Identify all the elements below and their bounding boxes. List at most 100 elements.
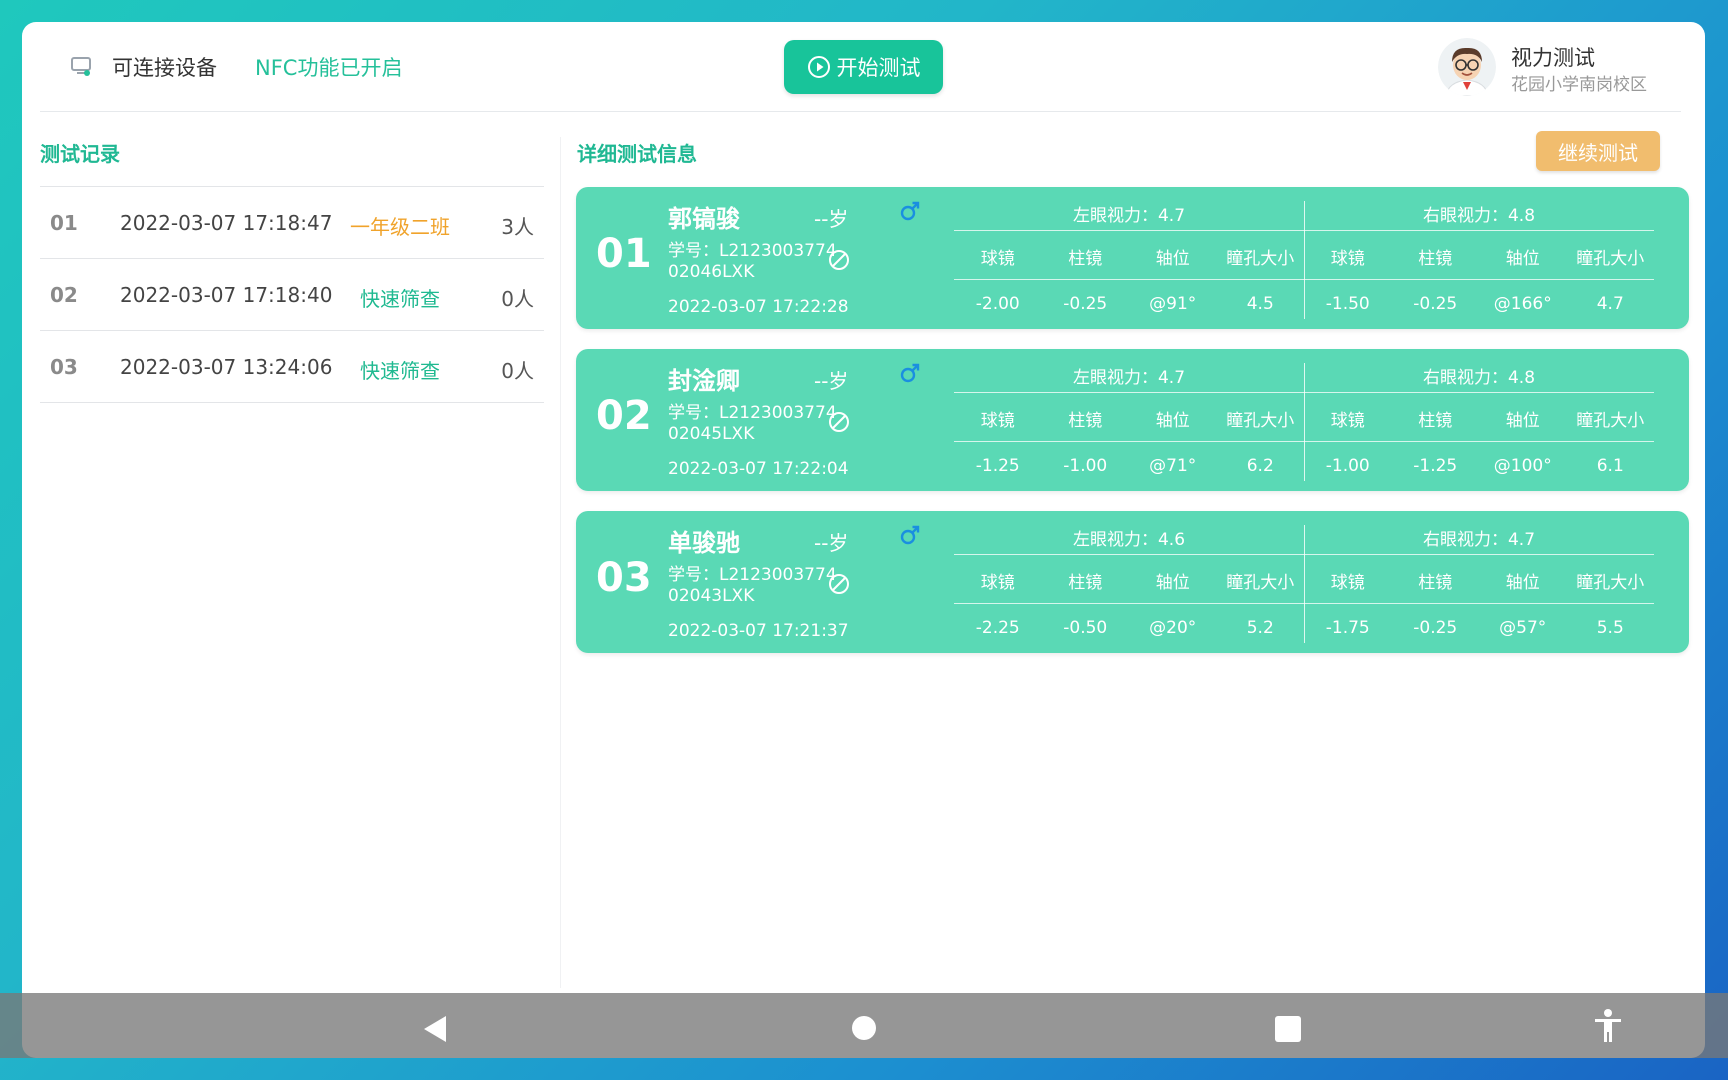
recent-apps-icon[interactable] [1275,1016,1301,1042]
sphere-value: -1.50 [1325,294,1370,314]
left-eye-vision: 左眼视力：4.7 [1072,368,1186,388]
student-id-line1: 学号：L2123003774 [668,403,837,423]
device-label[interactable]: 可连接设备 [112,52,217,82]
pupil-value: 6.1 [1596,456,1624,476]
col-axis: 轴位 [1505,411,1540,431]
prohibited-icon[interactable] [828,249,850,271]
col-pupil: 瞳孔大小 [1226,411,1295,431]
nfc-status: NFC功能已开启 [255,56,403,80]
column-headers: 球镜 柱镜 轴位 瞳孔大小 [954,244,1304,269]
cylinder-value: -0.50 [1063,618,1108,638]
col-sphere: 球镜 [1330,249,1365,269]
col-axis: 轴位 [1505,573,1540,593]
student-card[interactable]: 03 单骏驰 --岁 学号：L2123003774 02043LXK 2022-… [576,511,1689,653]
student-id-line2: 02045LXK [668,424,755,444]
col-axis: 轴位 [1155,249,1190,269]
student-age: --岁 [814,207,849,231]
sphere-value: -1.75 [1325,618,1370,638]
col-sphere: 球镜 [980,411,1015,431]
student-name: 封淦卿 [668,367,740,395]
play-icon [807,56,830,78]
accessibility-icon[interactable] [1592,1008,1624,1044]
student-age: --岁 [814,531,849,555]
start-test-label: 开始测试 [836,56,921,80]
student-id: 学号：L2123003774 02045LXK [668,403,838,445]
prohibited-icon[interactable] [828,573,850,595]
table-divider [1304,554,1654,555]
column-headers: 球镜 柱镜 轴位 瞳孔大小 [1304,244,1654,269]
col-sphere: 球镜 [980,249,1015,269]
right-eye-table: 右眼视力：4.8 球镜 柱镜 轴位 瞳孔大小 -1.00 -1.25 @100°… [1304,359,1654,477]
student-id: 学号：L2123003774 02046LXK [668,241,838,283]
record-row[interactable]: 01 2022-03-07 17:18:47 一年级二班 3人 [40,187,544,259]
right-eye-vision: 右眼视力：4.7 [1422,530,1536,550]
col-sphere: 球镜 [980,573,1015,593]
record-count: 0人 [501,287,534,311]
sphere-value: -1.25 [975,456,1020,476]
col-pupil: 瞳孔大小 [1576,249,1645,269]
continue-test-button[interactable]: 继续测试 [1536,131,1660,171]
table-divider [1304,392,1654,393]
cylinder-value: -0.25 [1413,618,1458,638]
record-type: 快速筛查 [360,287,440,311]
value-row: -1.00 -1.25 @100° 6.1 [1304,456,1654,476]
table-divider [954,230,1304,231]
avatar[interactable] [1438,38,1496,96]
col-pupil: 瞳孔大小 [1226,249,1295,269]
panel-divider [560,137,561,988]
student-card[interactable]: 02 封淦卿 --岁 学号：L2123003774 02045LXK 2022-… [576,349,1689,491]
col-cylinder: 柱镜 [1418,249,1453,269]
school-name: 花园小学南岗校区 [1511,75,1647,95]
col-sphere: 球镜 [1330,573,1365,593]
table-divider [1304,230,1654,231]
male-icon [900,525,920,545]
col-cylinder: 柱镜 [1068,573,1103,593]
student-id: 学号：L2123003774 02043LXK [668,565,838,607]
col-axis: 轴位 [1505,249,1540,269]
cylinder-value: -1.00 [1063,456,1108,476]
pupil-value: 4.5 [1246,294,1274,314]
table-divider [954,603,1304,604]
cylinder-value: -0.25 [1063,294,1108,314]
student-id-line2: 02046LXK [668,262,755,282]
axis-value: @100° [1493,456,1552,476]
record-row[interactable]: 03 2022-03-07 13:24:06 快速筛查 0人 [40,331,544,403]
student-id-line1: 学号：L2123003774 [668,241,837,261]
male-icon [900,201,920,221]
prohibited-icon[interactable] [828,411,850,433]
table-divider [954,279,1304,280]
value-row: -1.75 -0.25 @57° 5.5 [1304,618,1654,638]
left-eye-table: 左眼视力：4.7 球镜 柱镜 轴位 瞳孔大小 -1.25 -1.00 @71° … [954,359,1304,477]
col-axis: 轴位 [1155,573,1190,593]
table-divider [1304,279,1654,280]
axis-value: @57° [1499,618,1547,638]
axis-value: @166° [1493,294,1552,314]
record-type: 快速筛查 [360,359,440,383]
student-index: 03 [596,555,652,601]
col-pupil: 瞳孔大小 [1576,573,1645,593]
header-bar: 可连接设备 NFC功能已开启 开始测试 视力测试 花园小学南岗校区 [22,22,1705,112]
navigation-bar [0,993,1728,1058]
student-age: --岁 [814,369,849,393]
axis-value: @91° [1149,294,1197,314]
record-time: 2022-03-07 17:18:47 [120,211,333,235]
back-icon[interactable] [422,1014,448,1044]
record-number: 03 [50,355,78,379]
avatar-icon [1438,38,1496,96]
record-row[interactable]: 02 2022-03-07 17:18:40 快速筛查 0人 [40,259,544,331]
column-headers: 球镜 柱镜 轴位 瞳孔大小 [954,406,1304,431]
student-card[interactable]: 01 郭镐骏 --岁 学号：L2123003774 02046LXK 2022-… [576,187,1689,329]
records-title: 测试记录 [40,142,120,166]
test-time: 2022-03-07 17:22:28 [668,297,849,317]
home-icon[interactable] [852,1016,876,1040]
student-name: 单骏驰 [668,529,740,557]
student-id-line2: 02043LXK [668,586,755,606]
pupil-value: 5.2 [1246,618,1274,638]
col-cylinder: 柱镜 [1068,411,1103,431]
col-cylinder: 柱镜 [1068,249,1103,269]
start-test-button[interactable]: 开始测试 [784,40,943,94]
col-cylinder: 柱镜 [1418,411,1453,431]
student-index: 02 [596,393,652,439]
record-type: 一年级二班 [350,215,450,239]
value-row: -1.25 -1.00 @71° 6.2 [954,456,1304,476]
